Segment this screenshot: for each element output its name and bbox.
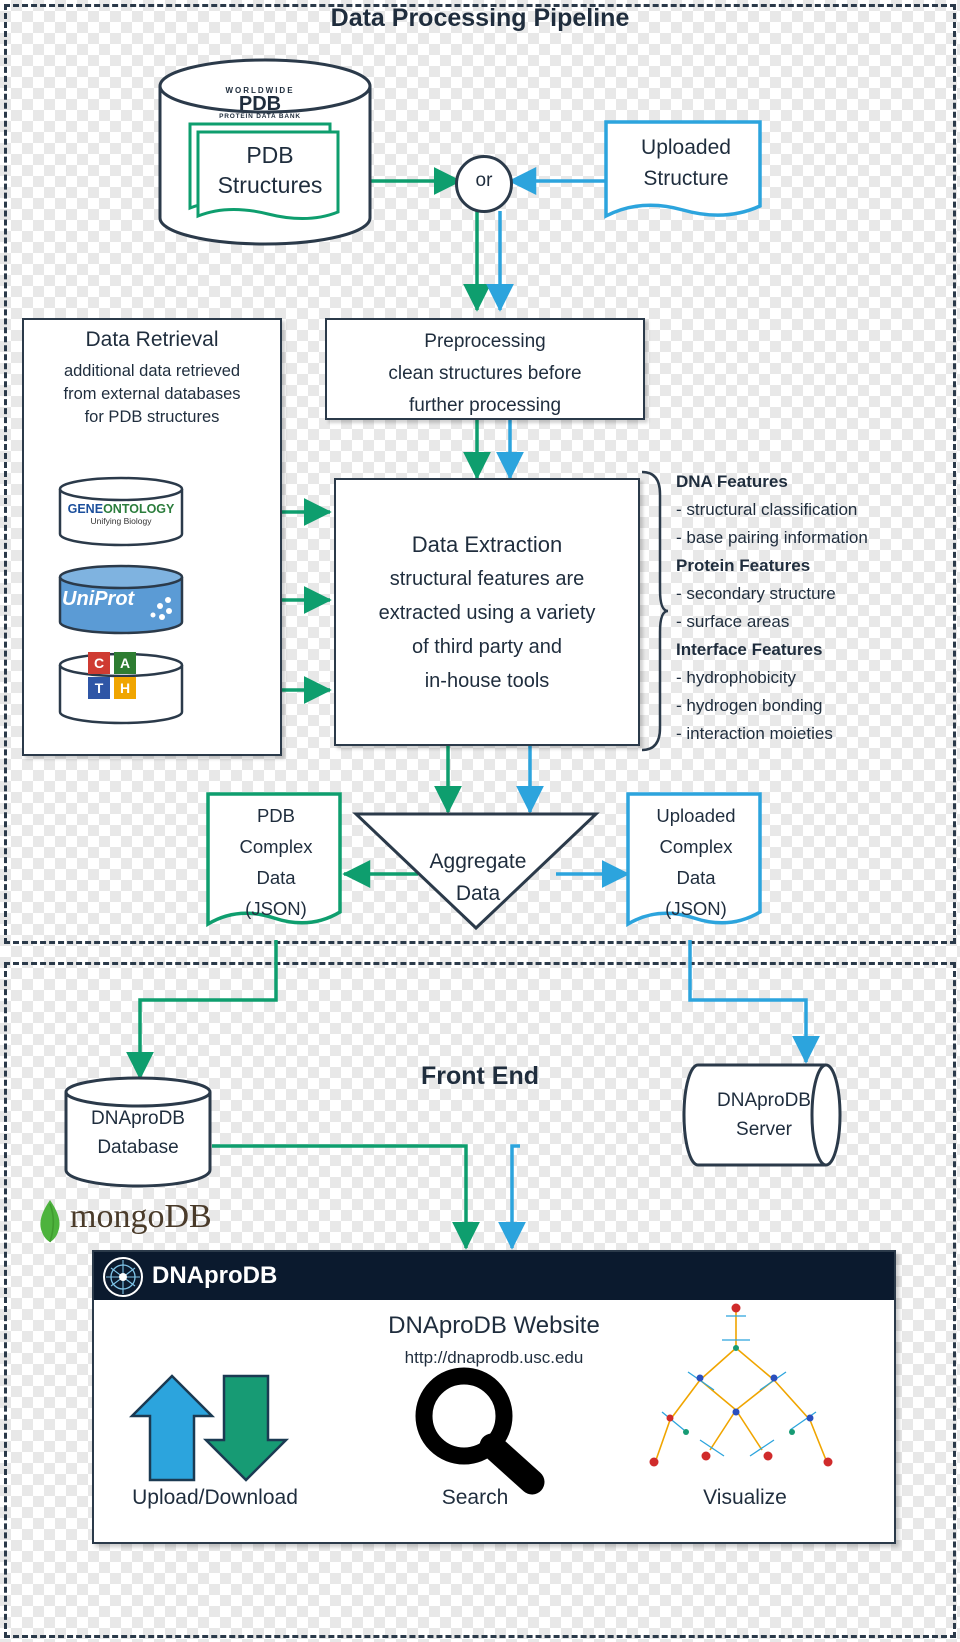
interface-feature-0: - hydrophobicity (676, 668, 797, 687)
uploaded-complex-line3: Data (676, 867, 716, 888)
data-retrieval-desc: additional data retrieved from external … (26, 360, 278, 429)
data-retrieval-line3: for PDB structures (84, 408, 220, 426)
pdb-structures-label: PDB Structures (190, 140, 350, 200)
data-extraction-line3: extracted using a variety (378, 602, 596, 624)
data-extraction-title: Data Extraction (411, 532, 563, 557)
data-retrieval-title: Data Retrieval (85, 328, 219, 351)
uniprot-logo-label: UniProt (62, 588, 135, 610)
dna-feature-0: - structural classification (676, 500, 858, 519)
pdb-complex-line4: (JSON) (245, 898, 307, 919)
data-retrieval-line1: additional data retrieved (63, 362, 241, 380)
gene-ontology-name2: ONTOLOGY (103, 502, 175, 516)
or-label: or (475, 170, 493, 191)
dnaprodb-server-label: DNAproDB Server (684, 1086, 844, 1144)
uploaded-structure-line1: Uploaded (641, 136, 731, 159)
aggregate-line1: Aggregate (429, 850, 527, 873)
uploaded-complex-line1: Uploaded (656, 805, 736, 826)
uploaded-complex-line2: Complex (659, 836, 733, 857)
data-extraction-line4: of third party and (411, 636, 563, 658)
upload-download-icon[interactable] (128, 1372, 298, 1482)
protein-feature-1: - surface areas (676, 612, 790, 631)
mongodb-label: mongoDB (70, 1198, 212, 1235)
protein-feature-0: - secondary structure (676, 584, 836, 603)
pdb-complex-data-label: PDB Complex Data (JSON) (208, 800, 344, 924)
data-extraction-line2: structural features are (389, 568, 585, 590)
cath-logo-icon: C A T H (88, 652, 158, 700)
data-extraction-label: Data Extraction structural features are … (334, 528, 640, 698)
features-list: DNA Features - structural classification… (676, 468, 952, 748)
cath-c: C (88, 652, 110, 674)
dna-feature-1: - base pairing information (676, 528, 868, 547)
dnaprodb-database-line1: DNAproDB (91, 1108, 185, 1129)
dnaprodb-server-line2: Server (736, 1119, 792, 1140)
visualize-icon[interactable] (640, 1300, 850, 1480)
cath-a: A (114, 652, 136, 674)
gene-ontology-sub: Unifying Biology (90, 516, 152, 526)
uploaded-complex-line4: (JSON) (665, 898, 727, 919)
uploaded-complex-data-label: Uploaded Complex Data (JSON) (628, 800, 764, 924)
dnaprodb-database-line2: Database (97, 1137, 179, 1158)
protein-features-header: Protein Features (676, 556, 811, 575)
mongodb-leaf-icon (40, 1200, 60, 1243)
dnaprodb-server-line1: DNAproDB (717, 1090, 811, 1111)
data-retrieval-line2: from external databases (63, 385, 241, 403)
mongodb-logo: mongoDB (32, 1196, 252, 1248)
website-navbar-title[interactable]: DNAproDB (152, 1262, 277, 1290)
pdb-complex-line3: Data (256, 867, 296, 888)
data-extraction-line5: in-house tools (424, 670, 550, 692)
search-icon[interactable] (400, 1366, 550, 1495)
pdb-structures-line1: PDB (246, 142, 294, 168)
wwpdb-logo-main: PDB (238, 93, 282, 115)
gene-ontology-logo-icon: GENEONTOLOGY Unifying Biology (58, 502, 184, 526)
feature-label-search: Search (441, 1486, 509, 1509)
interface-features-header: Interface Features (676, 640, 823, 659)
interface-feature-2: - interaction moieties (676, 724, 833, 743)
feature-label-visualize: Visualize (703, 1486, 787, 1509)
pdb-complex-line2: Complex (239, 836, 313, 857)
dna-features-header: DNA Features (676, 472, 788, 491)
features-brace-icon (641, 470, 669, 752)
preprocessing-label: Preprocessing clean structures before fu… (325, 326, 645, 422)
aggregate-line2: Data (455, 882, 501, 905)
interface-feature-1: - hydrogen bonding (676, 696, 823, 715)
aggregate-data-label: Aggregate Data (378, 846, 578, 910)
preprocessing-line2: clean structures before (388, 363, 582, 384)
cath-h: H (114, 677, 136, 699)
preprocessing-title: Preprocessing (424, 331, 546, 352)
dnaprodb-logo-icon (103, 1257, 143, 1297)
uploaded-structure-label: Uploaded Structure (608, 132, 764, 194)
cath-t: T (88, 677, 110, 699)
feature-label-upload: Upload/Download (132, 1486, 298, 1509)
gene-ontology-name1: GENE (67, 502, 104, 516)
pdb-structures-line2: Structures (217, 172, 323, 198)
dnaprodb-database-label: DNAproDB Database (62, 1104, 214, 1162)
or-node: or (455, 155, 513, 213)
preprocessing-line3: further processing (408, 395, 562, 416)
pdb-complex-line1: PDB (256, 805, 296, 826)
uploaded-structure-line2: Structure (643, 167, 729, 190)
